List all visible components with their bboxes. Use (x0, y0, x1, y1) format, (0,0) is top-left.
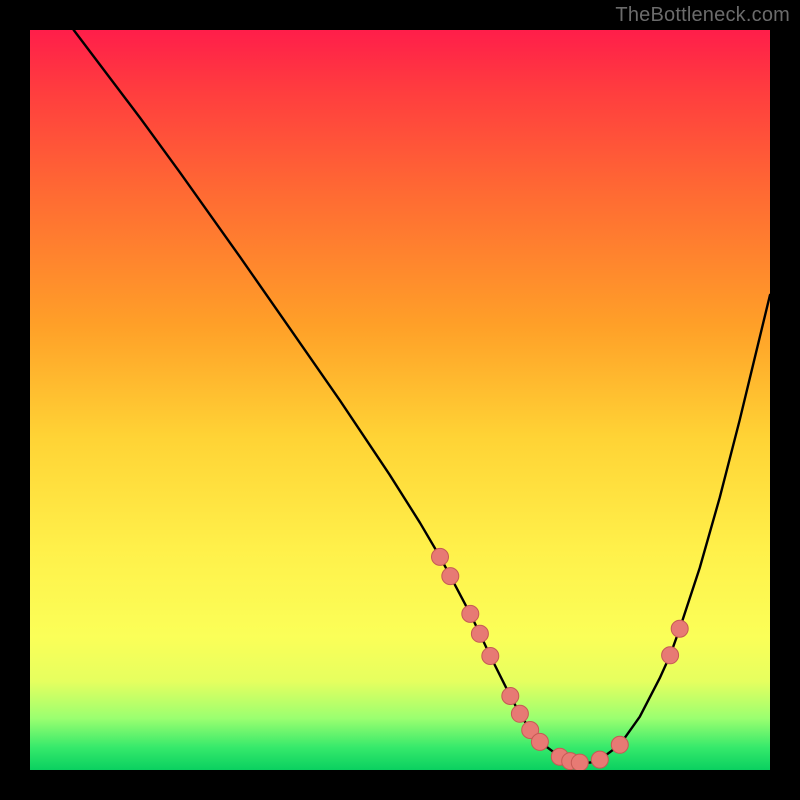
data-marker (571, 754, 588, 770)
data-marker (531, 733, 548, 750)
outer-frame: TheBottleneck.com (0, 0, 800, 800)
data-marker (611, 736, 628, 753)
attribution-text: TheBottleneck.com (615, 4, 790, 27)
data-marker (511, 705, 528, 722)
chart-svg (30, 30, 770, 770)
data-marker (662, 647, 679, 664)
data-marker (471, 625, 488, 642)
data-marker (442, 568, 459, 585)
data-marker (462, 605, 479, 622)
data-marker (432, 548, 449, 565)
marker-group (432, 548, 689, 770)
data-marker (591, 751, 608, 768)
data-marker (502, 688, 519, 705)
plot-area (30, 30, 770, 770)
data-marker (482, 648, 499, 665)
data-marker (671, 620, 688, 637)
